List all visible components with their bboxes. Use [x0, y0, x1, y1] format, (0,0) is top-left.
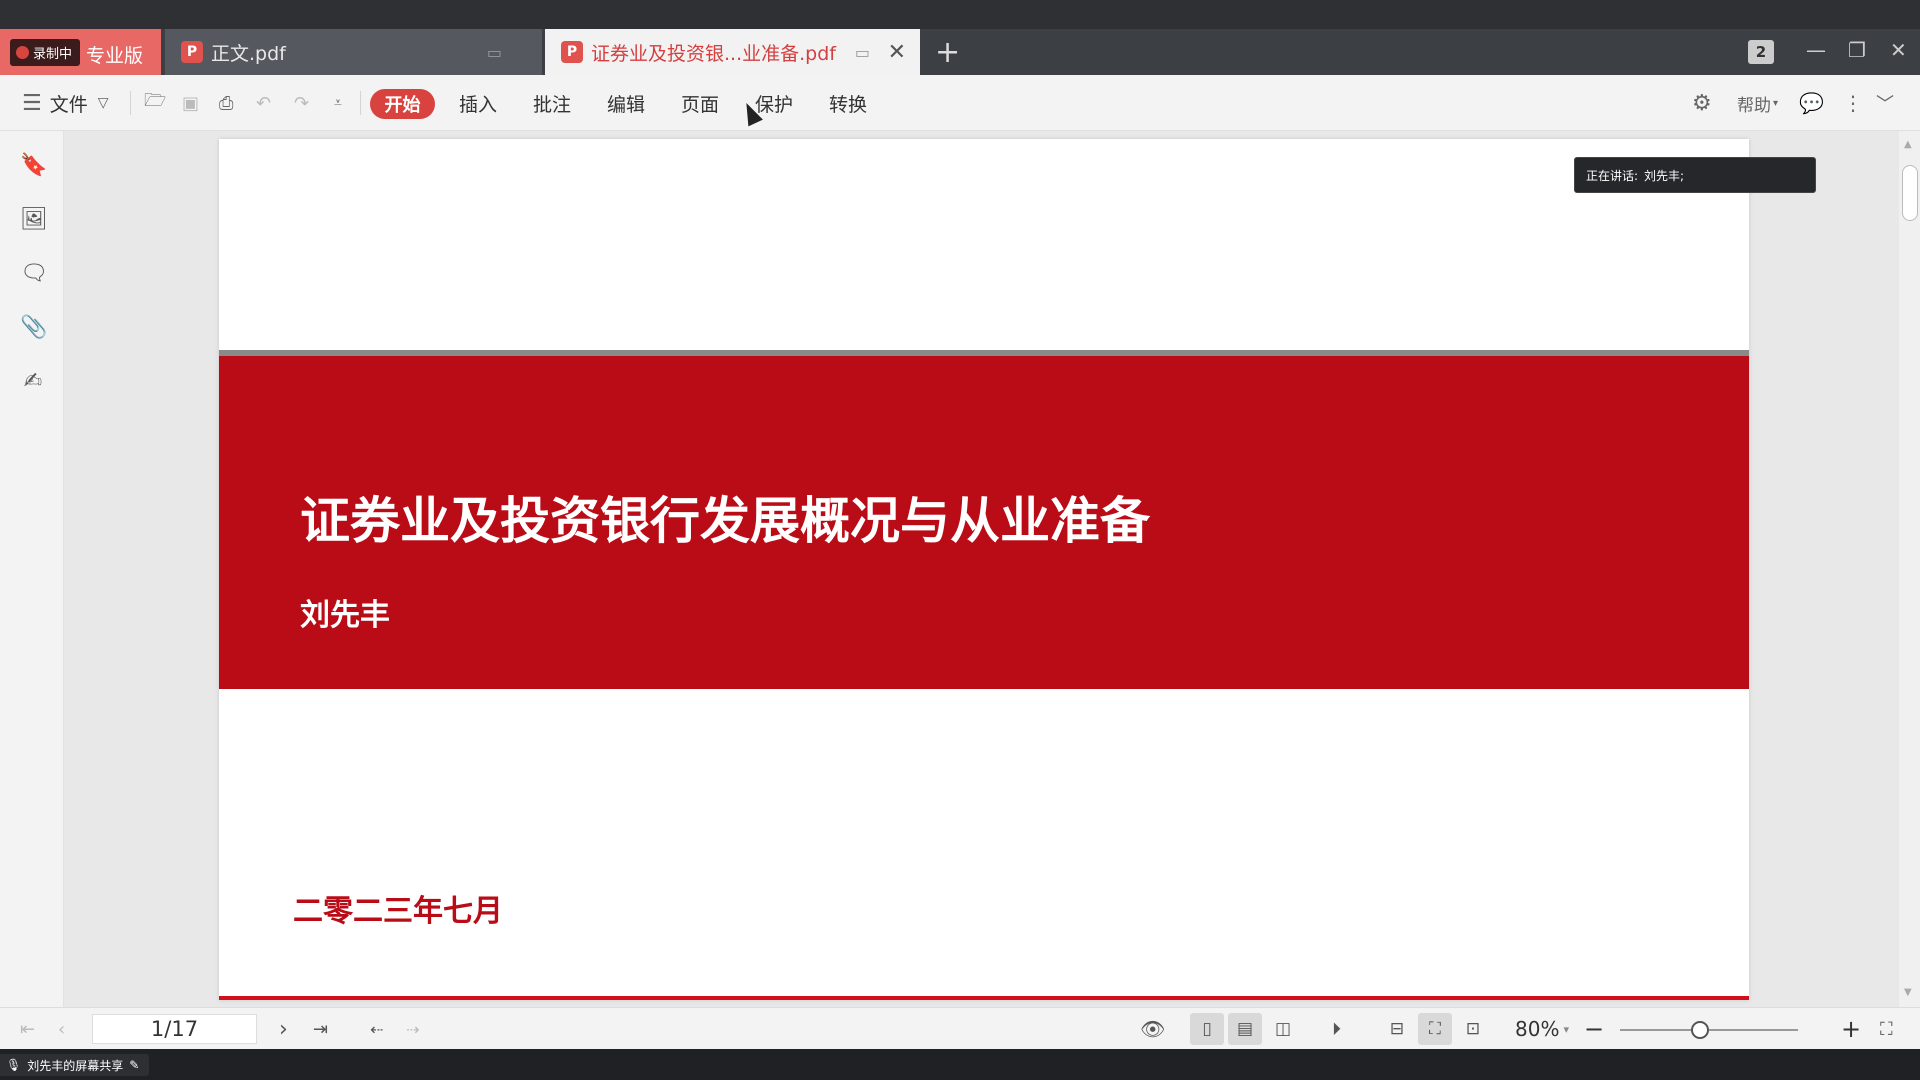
next-view-icon[interactable]: ⇢ — [406, 1008, 419, 1050]
screen-share-bar: 🎙 刘先丰的屏幕共享 ✎ — [0, 1049, 1920, 1080]
screen-share-label: 刘先丰的屏幕共享 — [27, 1058, 124, 1073]
tab-convert[interactable]: 转换 — [829, 75, 867, 131]
signature-pen-icon[interactable]: ✍ — [20, 369, 46, 395]
status-bar: ⇤ ‹ 1/17 › ⇥ ⇠ ⇢ 👁 ▯ ▤ ◫ ⏵ ⊟ ⛶ ⊡ 80% ▾ −… — [0, 1007, 1920, 1049]
undo-icon[interactable]: ↶ — [256, 75, 271, 131]
tab-edit[interactable]: 编辑 — [607, 75, 645, 131]
next-page-icon[interactable]: › — [279, 1008, 288, 1050]
pdf-icon: P — [181, 41, 203, 63]
help-menu[interactable]: 帮助 ▾ — [1737, 75, 1778, 131]
two-page-icon[interactable]: ◫ — [1266, 1013, 1300, 1045]
title-bar — [0, 0, 1920, 29]
play-slideshow-icon[interactable]: ⏵ — [1332, 1008, 1341, 1050]
chevron-down-icon: ▾ — [1773, 97, 1779, 109]
speaking-indicator: 正在讲话: 刘先丰; — [1574, 157, 1816, 193]
comment-icon[interactable]: 🗨 — [20, 261, 48, 287]
page-bottom-rule — [219, 996, 1749, 1000]
vertical-scrollbar[interactable]: ▲ ▼ — [1899, 131, 1920, 1007]
zoom-value: 80% — [1515, 1017, 1560, 1041]
close-window-icon[interactable]: ✕ — [1890, 38, 1907, 62]
microphone-icon: 🎙 — [6, 1058, 22, 1072]
page-number-input[interactable]: 1/17 — [92, 1014, 257, 1044]
image-thumbnail-icon[interactable]: 🖼 — [20, 207, 48, 233]
more-dropdown-icon[interactable]: ⩡ — [334, 75, 342, 131]
minimize-icon[interactable]: — — [1806, 38, 1826, 62]
divider — [130, 91, 131, 115]
redo-icon[interactable]: ↷ — [294, 75, 309, 131]
chevron-down-icon: ▽ — [97, 95, 109, 111]
previous-view-icon[interactable]: ⇠ — [370, 1008, 383, 1050]
single-page-icon[interactable]: ▯ — [1190, 1013, 1224, 1045]
document-title: 证券业及投资银行发展概况与从业准备 — [300, 491, 1150, 550]
tab-page[interactable]: 页面 — [681, 75, 719, 131]
record-icon — [16, 46, 29, 59]
main-toolbar: ☰ 文件 ▽ 🗁 ▣ ⎙ ↶ ↷ ⩡ 开始 插入 批注 编辑 页面 保护 转换 … — [0, 75, 1920, 131]
recording-badge: 录制中 — [10, 39, 81, 66]
attachment-icon[interactable]: 📎 — [20, 315, 47, 341]
zoom-out-icon[interactable]: − — [1584, 1008, 1604, 1050]
left-sidebar: 🔖 🖼 🗨 📎 ✍ — [0, 131, 64, 1007]
divider — [360, 91, 361, 115]
tab-label: 正文.pdf — [211, 42, 286, 65]
pdf-icon: P — [561, 41, 583, 63]
continuous-page-icon[interactable]: ▤ — [1228, 1013, 1262, 1045]
app-edition-label: 专业版 — [86, 45, 144, 67]
collapse-chevron-icon[interactable]: ﹀ — [1876, 75, 1894, 131]
pencil-icon[interactable]: ✎ — [129, 1058, 139, 1072]
screen-share-indicator[interactable]: 🎙 刘先丰的屏幕共享 ✎ — [0, 1054, 150, 1076]
fit-page-icon[interactable]: ⛶ — [1418, 1013, 1452, 1045]
window-count-badge[interactable]: 2 — [1748, 40, 1774, 64]
document-author: 刘先丰 — [300, 598, 390, 633]
tab-annotate[interactable]: 批注 — [533, 75, 571, 131]
new-tab-button[interactable]: + — [935, 35, 960, 70]
tab-document-2[interactable]: P 证券业及投资银...业准备.pdf ▭ ✕ — [545, 29, 920, 75]
zoom-in-icon[interactable]: + — [1841, 1008, 1861, 1050]
file-menu[interactable]: ☰ 文件 ▽ — [22, 75, 109, 131]
tab-document-1[interactable]: P 正文.pdf ▭ — [165, 29, 542, 75]
last-page-icon[interactable]: ⇥ — [313, 1008, 328, 1050]
document-viewer[interactable]: 证券业及投资银行发展概况与从业准备 刘先丰 二零二三年七月 — [64, 131, 1899, 1007]
scrollbar-thumb[interactable] — [1902, 165, 1918, 221]
file-menu-label: 文件 — [49, 93, 88, 116]
print-icon[interactable]: ⎙ — [219, 75, 233, 131]
chevron-down-icon: ▾ — [1563, 1022, 1569, 1036]
fit-width-icon[interactable]: ⊟ — [1380, 1013, 1414, 1045]
recording-label: 录制中 — [33, 47, 73, 62]
document-date: 二零二三年七月 — [293, 894, 503, 929]
tab-bar: 录制中 专业版 P 正文.pdf ▭ P 证券业及投资银...业准备.pdf ▭… — [0, 29, 1920, 75]
monitor-icon[interactable]: ▭ — [487, 43, 502, 62]
scroll-up-icon[interactable]: ▲ — [1904, 139, 1912, 150]
tab-label: 证券业及投资银...业准备.pdf — [591, 42, 836, 65]
scroll-down-icon[interactable]: ▼ — [1904, 987, 1912, 998]
prev-page-icon[interactable]: ‹ — [58, 1008, 65, 1050]
more-options-icon[interactable]: ⋮ — [1843, 75, 1863, 131]
bookmark-icon[interactable]: 🔖 — [20, 153, 47, 179]
open-folder-icon[interactable]: 🗁 — [144, 75, 166, 131]
hamburger-icon: ☰ — [22, 90, 42, 116]
title-band: 证券业及投资银行发展概况与从业准备 刘先丰 — [219, 356, 1749, 689]
help-label: 帮助 — [1737, 95, 1771, 116]
close-tab-icon[interactable]: ✕ — [888, 40, 906, 65]
tab-app[interactable]: 录制中 专业版 — [0, 29, 161, 75]
restore-icon[interactable]: ❐ — [1848, 38, 1866, 62]
zoom-slider-knob[interactable] — [1691, 1021, 1710, 1039]
speaking-label: 正在讲话: — [1586, 168, 1639, 183]
monitor-icon[interactable]: ▭ — [855, 43, 870, 62]
fullscreen-icon[interactable]: ⛶ — [1880, 1008, 1893, 1050]
save-icon[interactable]: ▣ — [182, 75, 199, 131]
zoom-level[interactable]: 80% ▾ — [1515, 1008, 1569, 1050]
feedback-bubble-icon[interactable]: 💬 — [1799, 75, 1824, 131]
speaker-name: 刘先丰; — [1644, 168, 1685, 183]
tab-protect[interactable]: 保护 — [755, 75, 793, 131]
first-page-icon[interactable]: ⇤ — [20, 1008, 35, 1050]
actual-size-icon[interactable]: ⊡ — [1456, 1013, 1490, 1045]
eye-protection-icon[interactable]: 👁 — [1140, 1008, 1165, 1050]
tab-start[interactable]: 开始 — [370, 89, 435, 119]
tab-insert[interactable]: 插入 — [459, 75, 497, 131]
settings-gear-icon[interactable]: ⚙ — [1692, 75, 1712, 131]
pdf-page: 证券业及投资银行发展概况与从业准备 刘先丰 二零二三年七月 — [219, 139, 1749, 1000]
